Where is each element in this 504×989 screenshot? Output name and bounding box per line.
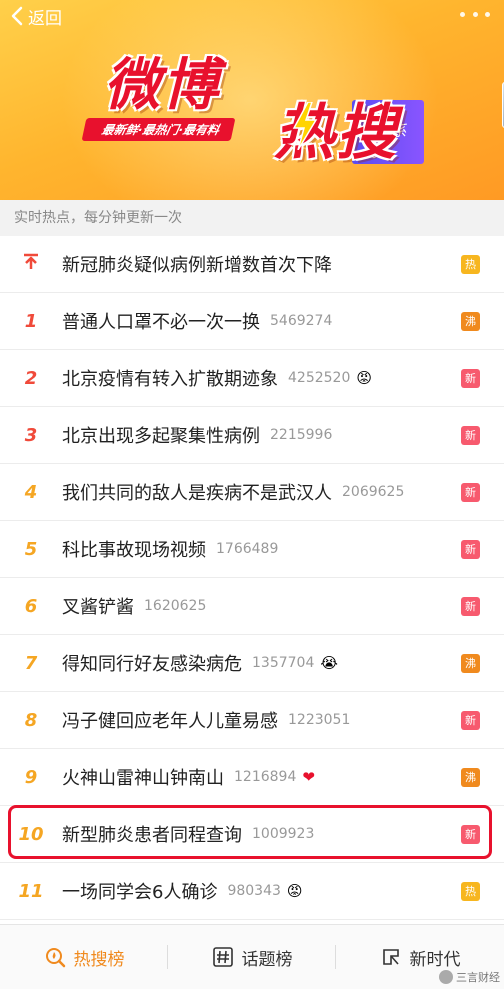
hot-search-row[interactable]: 11 一场同学会6人确诊 980343 😡 热 (0, 863, 504, 920)
realtime-subheader: 实时热点，每分钟更新一次 (0, 200, 504, 236)
search-count: 1357704 (252, 655, 315, 671)
emoji-icon: 😡 (286, 882, 303, 900)
status-badge: 沸 (461, 312, 480, 331)
search-count: 1009923 (252, 826, 315, 842)
hot-search-row[interactable]: 6 叉酱铲酱 1620625 新 (0, 578, 504, 635)
status-badge: 热 (461, 255, 480, 274)
status-badge: 新 (461, 540, 480, 559)
slogan-text: 最新鲜·最热门·最有料 (81, 118, 236, 141)
topic-title: 一场同学会6人确诊 (62, 882, 218, 903)
watermark: 三言财经 (439, 969, 500, 985)
emoji-icon: 😡 (356, 369, 372, 387)
search-count: 2069625 (342, 484, 405, 500)
tab-label: 话题榜 (241, 949, 293, 970)
status-badge: 热 (461, 882, 480, 901)
topic-title: 冯子健回应老年人儿童易感 (62, 711, 278, 732)
watermark-text: 三言财经 (456, 971, 500, 984)
tab-label: 热搜榜 (73, 949, 125, 970)
rank-number: 1 (24, 310, 38, 332)
hot-search-row[interactable]: 5 科比事故现场视频 1766489 新 (0, 521, 504, 578)
topic-title: 普通人口罩不必一次一换 (62, 312, 260, 333)
rank-number: 4 (24, 481, 38, 503)
logo-text-weibo: 微博 (104, 53, 220, 118)
status-badge: 新 (461, 426, 480, 445)
rank-number: 7 (24, 652, 38, 674)
hot-search-list: 新冠肺炎疑似病例新增数首次下降热 1 普通人口罩不必一次一换 5469274 沸 2 北京疫… (0, 236, 504, 920)
more-dot-icon (460, 11, 465, 17)
hot-search-row[interactable]: 10 新型肺炎患者同程查询 1009923 新 (0, 806, 504, 863)
emoji-icon: 😭 (320, 654, 338, 672)
status-badge: 新 (461, 369, 480, 388)
rank-number: 3 (24, 424, 38, 446)
topic-title: 叉酱铲酱 (62, 597, 134, 618)
search-count: 5469274 (270, 313, 333, 329)
status-badge: 新 (461, 483, 480, 502)
rank-number: 9 (24, 766, 38, 788)
tab-hot-search[interactable]: 热搜榜 (0, 925, 168, 989)
lightning-bolt-icon (292, 102, 318, 150)
topic-title: 北京疫情有转入扩散期迹象 (62, 369, 278, 390)
rank-number (0, 253, 62, 276)
hot-search-row[interactable]: 2 北京疫情有转入扩散期迹象 4252520 😡 新 (0, 350, 504, 407)
topic-title: 得知同行好友感染病危 (62, 654, 242, 675)
watermark-logo-icon (439, 970, 453, 984)
topic-title: 火神山雷神山钟南山 (62, 768, 224, 789)
status-badge: 沸 (461, 768, 480, 787)
rank-number: 2 (24, 367, 38, 389)
topic-title: 北京出现多起聚集性病例 (62, 426, 260, 447)
more-options-button[interactable] (460, 8, 490, 20)
hot-search-row[interactable]: 新冠肺炎疑似病例新增数首次下降 热 (0, 236, 504, 293)
header-banner: 返回 微博 vivo X30系列 最新鲜·最热门·最有料 热搜 (0, 0, 504, 200)
hot-search-row[interactable]: 9 火神山雷神山钟南山 1216894 ❤ 沸 (0, 749, 504, 806)
hot-search-row[interactable]: 3 北京出现多起聚集性病例 2215996 新 (0, 407, 504, 464)
back-button[interactable]: 返回 (10, 4, 62, 29)
hot-search-icon (45, 948, 65, 968)
topic-title: 新冠肺炎疑似病例新增数首次下降 (62, 255, 332, 276)
rank-number: 8 (24, 709, 38, 731)
status-badge: 沸 (461, 654, 480, 673)
rank-number: 10 (18, 823, 44, 845)
hot-search-row[interactable]: 4 我们共同的敌人是疾病不是武汉人 2069625 新 (0, 464, 504, 521)
search-count: 980343 (227, 883, 281, 899)
rank-number: 11 (18, 880, 44, 902)
search-count: 4252520 (288, 370, 351, 386)
search-count: 1223051 (288, 712, 351, 728)
pinned-top-icon (24, 253, 38, 269)
rank-number: 5 (24, 538, 38, 560)
hot-search-row[interactable]: 8 冯子健回应老年人儿童易感 1223051 新 (0, 692, 504, 749)
more-dot-icon (485, 11, 490, 17)
topic-title: 科比事故现场视频 (62, 540, 206, 561)
status-badge: 新 (461, 825, 480, 844)
topic-title: 新型肺炎患者同程查询 (62, 825, 242, 846)
tab-topics[interactable]: 话题榜 (168, 925, 336, 989)
search-count: 1216894 (234, 769, 297, 785)
hot-search-row[interactable]: 7 得知同行好友感染病危 1357704 😭 沸 (0, 635, 504, 692)
status-badge: 新 (461, 597, 480, 616)
more-dot-icon (472, 11, 478, 17)
rank-number: 6 (24, 595, 38, 617)
back-label: 返回 (28, 8, 62, 29)
status-badge: 新 (461, 711, 480, 730)
chevron-left-icon (11, 6, 23, 26)
emoji-icon: ❤ (302, 768, 315, 786)
topic-title: 我们共同的敌人是疾病不是武汉人 (62, 483, 332, 504)
weibo-hot-search-logo: 微博 vivo X30系列 最新鲜·最热门·最有料 热搜 (81, 40, 504, 168)
tab-label: 新时代 (409, 949, 461, 970)
search-count: 1766489 (216, 541, 279, 557)
search-count: 1620625 (144, 598, 207, 614)
hashtag-icon (212, 947, 233, 967)
new-era-icon (382, 949, 399, 965)
bottom-tab-bar: 热搜榜 话题榜 新时代 三言财经 (0, 924, 504, 989)
search-count: 2215996 (270, 427, 333, 443)
hot-search-row[interactable]: 1 普通人口罩不必一次一换 5469274 沸 (0, 293, 504, 350)
